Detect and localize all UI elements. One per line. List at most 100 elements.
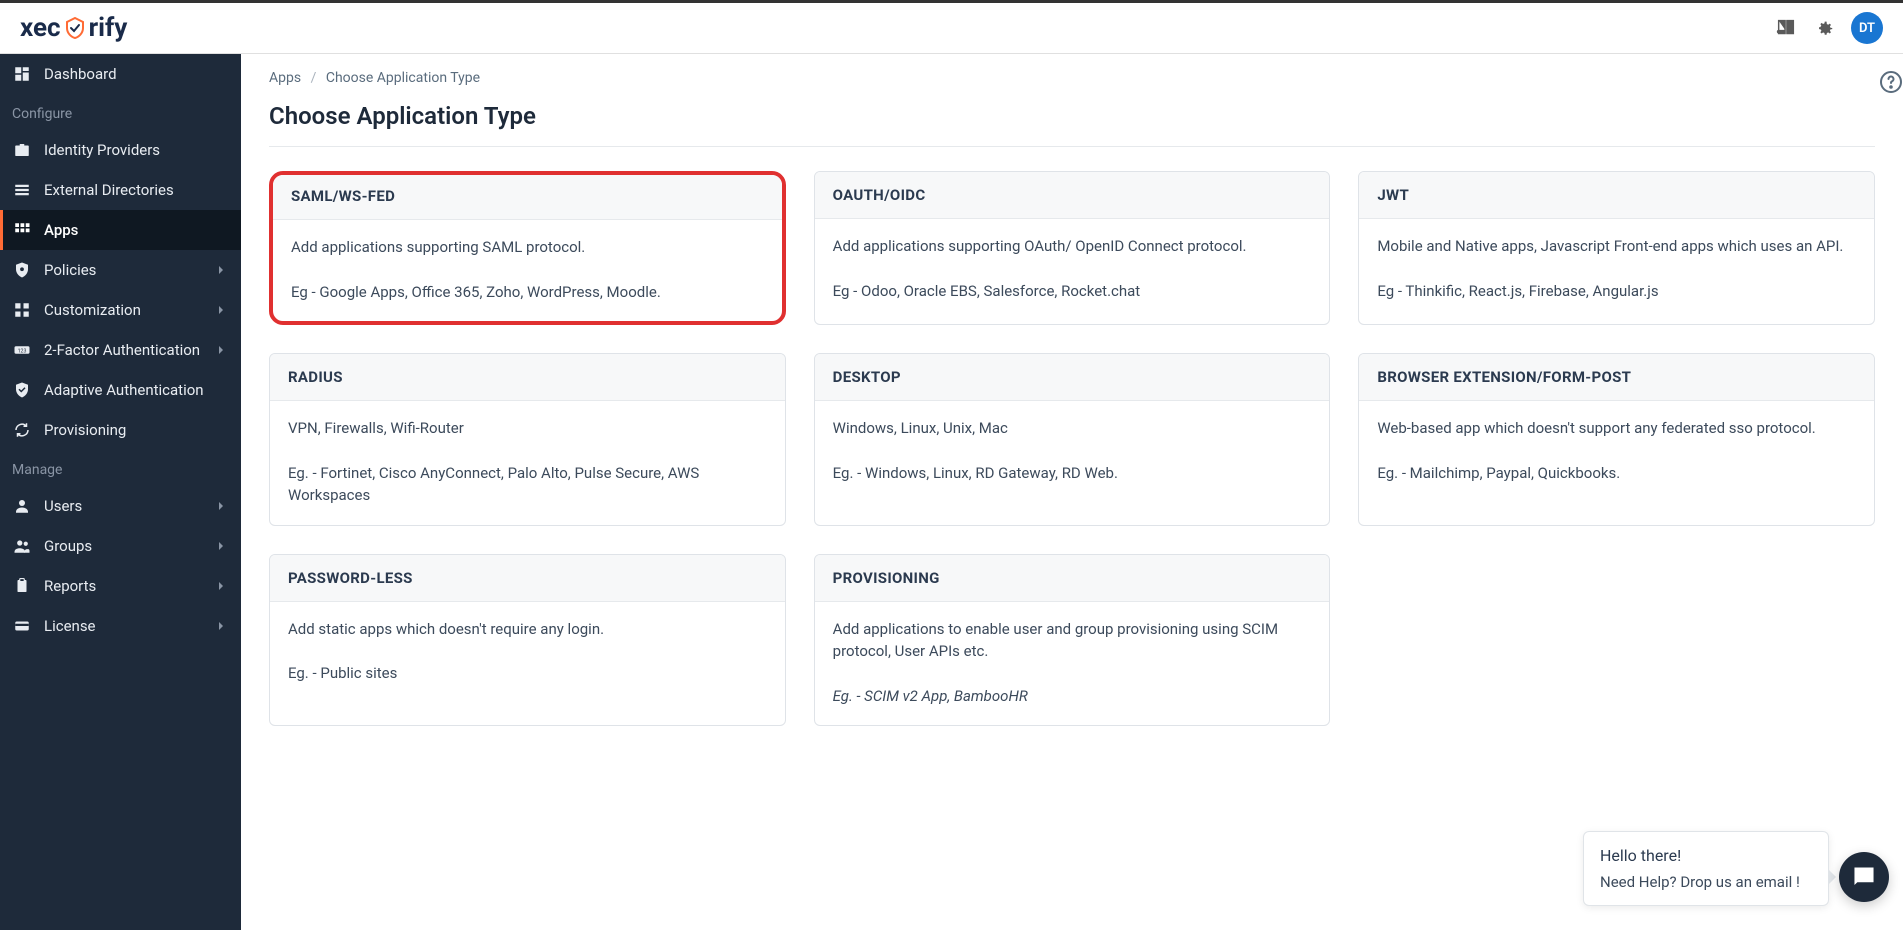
card-icon (12, 616, 32, 636)
card-example: Eg - Google Apps, Office 365, Zoho, Word… (291, 281, 764, 304)
card-example: Eg. - Fortinet, Cisco AnyConnect, Palo A… (288, 462, 767, 507)
chevron-right-icon (213, 302, 229, 318)
card-title: PROVISIONING (815, 555, 1330, 602)
chevron-right-icon (213, 578, 229, 594)
breadcrumb-current: Choose Application Type (326, 70, 480, 86)
sidebar-item-groups[interactable]: Groups (0, 526, 241, 566)
sidebar-item-label: Apps (44, 221, 229, 239)
app-type-card[interactable]: DESKTOPWindows, Linux, Unix, MacEg. - Wi… (814, 353, 1331, 526)
sidebar-item-reports[interactable]: Reports (0, 566, 241, 606)
sidebar-item-label: Groups (44, 537, 201, 555)
svg-text:123: 123 (18, 348, 27, 354)
list-icon (12, 180, 32, 200)
logo[interactable]: xec rify (20, 13, 127, 43)
sidebar-item-label: External Directories (44, 181, 229, 199)
sidebar-section-label: Configure (0, 94, 241, 130)
sidebar: Dashboard Configure Identity Providers Exte… (0, 54, 241, 930)
sidebar-item-external-directories[interactable]: External Directories (0, 170, 241, 210)
chevron-right-icon (213, 262, 229, 278)
app-type-card[interactable]: JWT Mobile and Native apps, Javascript Fr… (1358, 171, 1875, 325)
card-description: Windows, Linux, Unix, Mac (833, 417, 1312, 440)
card-description: VPN, Firewalls, Wifi-Router (288, 417, 767, 440)
app-type-card[interactable]: BROWSER EXTENSION/FORM-POST Web-based app… (1358, 353, 1875, 526)
card-example: Eg. - SCIM v2 App, BambooHR (833, 685, 1312, 708)
gear-icon[interactable] (1813, 17, 1835, 39)
logo-text-post: rify (89, 13, 128, 43)
dashboard-icon (12, 64, 32, 84)
main-content: Apps / Choose Application Type Choose Ap… (241, 54, 1903, 930)
puzzle-icon (12, 300, 32, 320)
sidebar-item-license[interactable]: License (0, 606, 241, 646)
help-popup-arrow (1828, 869, 1836, 885)
card-title: SAML/WS-FED (273, 175, 782, 220)
card-body: Add applications to enable user and grou… (815, 602, 1330, 726)
sidebar-item-adaptive-authentication[interactable]: Adaptive Authentication (0, 370, 241, 410)
sidebar-item-dashboard[interactable]: Dashboard (0, 54, 241, 94)
divider (269, 146, 1875, 147)
sidebar-item-apps[interactable]: Apps (0, 210, 241, 250)
app-type-card[interactable]: PROVISIONING Add applications to enable u… (814, 554, 1331, 727)
card-title: DESKTOP (815, 354, 1330, 401)
card-title: JWT (1359, 172, 1874, 219)
users-icon (12, 536, 32, 556)
card-title: BROWSER EXTENSION/FORM-POST (1359, 354, 1874, 401)
shield-check-icon (12, 380, 32, 400)
sidebar-item-users[interactable]: Users (0, 486, 241, 526)
grid-icon (12, 220, 32, 240)
help-fab[interactable] (1839, 852, 1889, 902)
chevron-right-icon (213, 618, 229, 634)
card-description: Add applications supporting SAML protoco… (291, 236, 764, 259)
sidebar-item-label: Customization (44, 301, 201, 319)
breadcrumb: Apps / Choose Application Type (269, 70, 1875, 86)
card-description: Add applications to enable user and grou… (833, 618, 1312, 663)
card-body: VPN, Firewalls, Wifi-Router Eg. - Fortine… (270, 401, 785, 525)
card-body: Windows, Linux, Unix, MacEg. - Windows, … (815, 401, 1330, 502)
clipboard-icon (12, 576, 32, 596)
help-icon[interactable] (1879, 70, 1903, 94)
chevron-right-icon (213, 498, 229, 514)
chevron-right-icon (213, 538, 229, 554)
card-body: Add applications supporting SAML protoco… (273, 220, 782, 321)
card-body: Add static apps which doesn't require an… (270, 602, 785, 703)
book-icon[interactable] (1775, 17, 1797, 39)
sidebar-item-label: Users (44, 497, 201, 515)
page-title: Choose Application Type (269, 102, 1875, 130)
sidebar-item-policies[interactable]: Policies (0, 250, 241, 290)
sidebar-item-label: Identity Providers (44, 141, 229, 159)
card-example: Eg. - Mailchimp, Paypal, Quickbooks. (1377, 462, 1856, 485)
sidebar-item-label: Reports (44, 577, 201, 595)
sidebar-item-label: Dashboard (44, 65, 229, 83)
app-type-card[interactable]: PASSWORD-LESSAdd static apps which doesn… (269, 554, 786, 727)
sidebar-item-label: Policies (44, 261, 201, 279)
card-example: Eg. - Public sites (288, 662, 767, 685)
sidebar-item-label: Adaptive Authentication (44, 381, 229, 399)
card-description: Add applications supporting OAuth/ OpenI… (833, 235, 1312, 258)
sidebar-item-provisioning[interactable]: Provisioning (0, 410, 241, 450)
help-popup-line2: Need Help? Drop us an email ! (1600, 873, 1812, 891)
help-popup[interactable]: Hello there! Need Help? Drop us an email… (1583, 831, 1829, 906)
sidebar-item-label: 2-Factor Authentication (44, 341, 201, 359)
sidebar-item-2-factor-authentication[interactable]: 123 2-Factor Authentication (0, 330, 241, 370)
header-actions: DT (1775, 12, 1883, 44)
card-description: Add static apps which doesn't require an… (288, 618, 767, 641)
card-body: Web-based app which doesn't support any … (1359, 401, 1874, 502)
shield-cog-icon (12, 260, 32, 280)
sidebar-item-label: Provisioning (44, 421, 229, 439)
app-type-card[interactable]: SAML/WS-FED Add applications supporting S… (269, 171, 786, 325)
card-title: OAUTH/OIDC (815, 172, 1330, 219)
sidebar-item-label: License (44, 617, 201, 635)
card-description: Web-based app which doesn't support any … (1377, 417, 1856, 440)
card-body: Add applications supporting OAuth/ OpenI… (815, 219, 1330, 320)
logo-text-pre: xec (20, 13, 61, 43)
breadcrumb-parent[interactable]: Apps (269, 70, 301, 86)
badge-123-icon: 123 (12, 340, 32, 360)
sidebar-item-customization[interactable]: Customization (0, 290, 241, 330)
app-type-card[interactable]: RADIUSVPN, Firewalls, Wifi-RouterEg. - F… (269, 353, 786, 526)
avatar[interactable]: DT (1851, 12, 1883, 44)
briefcase-icon (12, 140, 32, 160)
chevron-right-icon (213, 342, 229, 358)
card-description: Mobile and Native apps, Javascript Front… (1377, 235, 1856, 258)
app-type-card[interactable]: OAUTH/OIDC Add applications supporting OA… (814, 171, 1331, 325)
sidebar-item-identity-providers[interactable]: Identity Providers (0, 130, 241, 170)
help-popup-line1: Hello there! (1600, 846, 1812, 865)
